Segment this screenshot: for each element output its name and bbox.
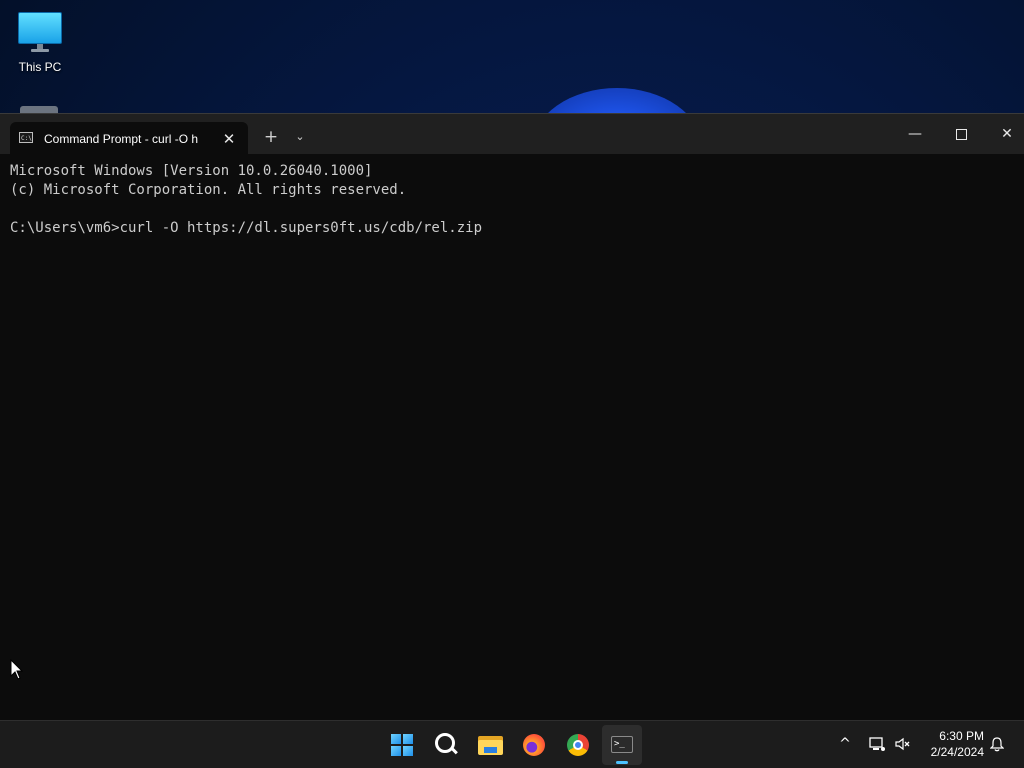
maximize-button[interactable] [938, 114, 984, 154]
terminal-icon: >_ [611, 736, 633, 753]
chevron-down-icon[interactable]: ⌄ [288, 126, 312, 148]
desktop-icon-label: This PC [18, 60, 62, 74]
windows-logo-icon [391, 734, 413, 756]
desktop-icon-this-pc[interactable]: This PC [10, 8, 70, 78]
active-indicator [616, 761, 628, 764]
console-prompt-line: C:\Users\vm6>curl -O https://dl.supers0f… [10, 220, 483, 236]
firefox-button[interactable] [514, 725, 554, 765]
taskbar: >_ ^ 6:30 PM 2/24/2024 [0, 720, 1024, 768]
new-tab-button[interactable]: + [258, 126, 284, 148]
firefox-icon [523, 734, 545, 756]
chrome-icon [567, 734, 589, 756]
tab-command-prompt[interactable]: C:\ Command Prompt - curl -O h ✕ [10, 122, 248, 154]
clock-date: 2/24/2024 [930, 745, 984, 759]
network-icon[interactable] [866, 733, 888, 755]
close-tab-icon[interactable]: ✕ [218, 128, 240, 150]
maximize-icon [955, 128, 967, 140]
chrome-button[interactable] [558, 725, 598, 765]
notification-bell-icon[interactable] [986, 733, 1008, 755]
console-output[interactable]: Microsoft Windows [Version 10.0.26040.10… [10, 162, 1010, 238]
clock[interactable]: 6:30 PM 2/24/2024 [916, 728, 984, 760]
cmd-icon: C:\ [19, 132, 33, 143]
tab-title: Command Prompt - curl -O h [44, 132, 199, 146]
start-button[interactable] [382, 725, 422, 765]
console-line: (c) Microsoft Corporation. All rights re… [10, 182, 407, 198]
terminal-window: C:\ Command Prompt - curl -O h ✕ + ⌄ — ✕… [0, 113, 1024, 721]
mouse-pointer-icon [10, 659, 24, 680]
volume-muted-icon[interactable] [892, 733, 914, 755]
show-hidden-icons-button[interactable]: ^ [834, 733, 856, 755]
file-explorer-button[interactable] [470, 725, 510, 765]
search-button[interactable] [426, 725, 466, 765]
monitor-icon [18, 12, 62, 44]
clock-time: 6:30 PM [939, 729, 984, 743]
terminal-taskbar-button[interactable]: >_ [602, 725, 642, 765]
window-titlebar[interactable]: C:\ Command Prompt - curl -O h ✕ + ⌄ — ✕ [0, 114, 1024, 154]
desktop: This PC C:\ Command Prompt - curl -O h ✕… [0, 0, 1024, 768]
close-button[interactable]: ✕ [984, 114, 1024, 154]
console-line: Microsoft Windows [Version 10.0.26040.10… [10, 163, 373, 179]
minimize-button[interactable]: — [892, 114, 938, 154]
